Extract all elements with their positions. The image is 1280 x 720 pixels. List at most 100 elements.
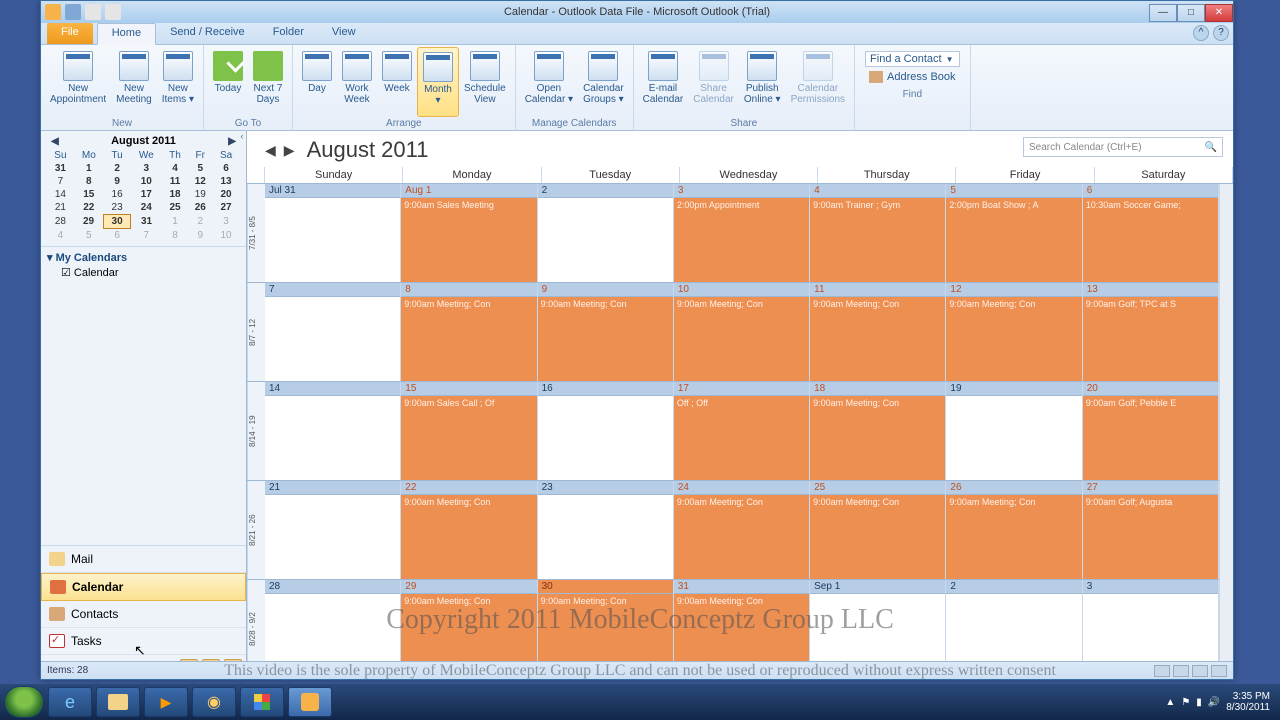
calendar-cell[interactable]: 52:00pm Boat Show ; A [946,184,1082,282]
group-find-label: Find [859,88,965,101]
tray-flag-icon[interactable]: ⚑ [1181,697,1190,708]
qat-btn[interactable] [105,4,121,20]
find-contact-input[interactable]: Find a Contact▼ [865,51,959,67]
calendar-cell[interactable]: 129:00am Meeting; Con [946,283,1082,381]
collapse-nav-icon[interactable]: ‹ [237,131,247,141]
taskbar-media[interactable]: ▶ [144,687,188,717]
calendar-cell[interactable]: 17Off ; Off [674,382,810,480]
taskbar-outlook[interactable] [288,687,332,717]
calendar-cell[interactable]: 139:00am Golf; TPC at S [1083,283,1219,381]
calendar-permissions-button[interactable]: Calendar Permissions [786,47,850,117]
calendar-cell[interactable]: 32:00pm Appointment [674,184,810,282]
tray-up-icon[interactable]: ▲ [1165,697,1175,708]
prev-period-icon[interactable]: ◀ [261,142,280,159]
address-book-button[interactable]: Address Book [865,70,959,84]
calendar-cell[interactable]: 159:00am Sales Call ; Of [401,382,537,480]
mini-cal-grid[interactable]: SuMoTuWeThFrSa31123456789101112131415161… [47,149,240,242]
scrollbar[interactable] [1219,184,1233,679]
tray-net-icon[interactable]: ▮ [1196,697,1202,708]
calendar-item[interactable]: ☑ Calendar [47,264,240,281]
publish-icon [747,51,777,81]
search-icon[interactable]: 🔍 [1205,142,1217,153]
calendar-cell[interactable]: 7 [265,283,401,381]
nav-mail[interactable]: Mail [41,546,246,573]
today-button[interactable]: Today [208,47,248,117]
qat[interactable] [41,4,121,20]
calendar-cell[interactable]: 99:00am Meeting; Con [538,283,674,381]
start-button[interactable] [4,686,44,718]
month-button[interactable]: Month ▾ [417,47,459,117]
qat-save-icon[interactable] [65,4,81,20]
mini-calendar[interactable]: ◀August 2011▶ SuMoTuWeThFrSa311234567891… [41,131,246,246]
qat-undo-icon[interactable] [85,4,101,20]
outlook-window: Calendar - Outlook Data File - Microsoft… [40,0,1234,680]
search-calendar-input[interactable]: Search Calendar (Ctrl+E)🔍 [1023,137,1223,157]
calendar-cell[interactable]: 610:30am Soccer Game; [1083,184,1219,282]
new-items-button[interactable]: New Items ▾ [157,47,199,117]
prev-month-icon[interactable]: ◀ [47,136,63,147]
taskbar-browser[interactable]: ◉ [192,687,236,717]
new-meeting-button[interactable]: New Meeting [111,47,157,117]
calendar-cell[interactable]: 189:00am Meeting; Con [810,382,946,480]
tab-view[interactable]: View [318,23,370,44]
calendar-cell[interactable]: 49:00am Trainer ; Gym [810,184,946,282]
calendar-cell[interactable]: 269:00am Meeting; Con [946,481,1082,579]
calendar-cell[interactable]: 119:00am Meeting; Con [810,283,946,381]
nav-calendar[interactable]: Calendar [41,573,246,601]
publish-online-button[interactable]: Publish Online ▾ [739,47,786,117]
calendar-cell[interactable]: Aug 19:00am Sales Meeting [401,184,537,282]
schedule-view-button[interactable]: Schedule View [459,47,511,117]
ribbon-tabs: File Home Send / Receive Folder View ^? [41,23,1233,45]
share-calendar-button[interactable]: Share Calendar [688,47,739,117]
next7days-button[interactable]: Next 7 Days [248,47,288,117]
group-goto-label: Go To [208,117,288,130]
maximize-button[interactable]: □ [1177,4,1205,22]
taskbar-explorer[interactable] [96,687,140,717]
tab-folder[interactable]: Folder [259,23,318,44]
calendar-cell[interactable]: 109:00am Meeting; Con [674,283,810,381]
calendar-cell[interactable]: Jul 31 [265,184,401,282]
calendar-cell[interactable]: 259:00am Meeting; Con [810,481,946,579]
new-appointment-button[interactable]: New Appointment [45,47,111,117]
ribbon-min-icon[interactable]: ^ [1193,25,1209,41]
tray-clock[interactable]: 3:35 PM8/30/2011 [1226,691,1270,713]
nav-contacts[interactable]: Contacts [41,601,246,628]
taskbar[interactable]: e ▶ ◉ ▲ ⚑ ▮ 🔊 3:35 PM8/30/2011 [0,684,1280,720]
calendar-cell[interactable]: 249:00am Meeting; Con [674,481,810,579]
mail-icon [49,552,65,566]
tray-vol-icon[interactable]: 🔊 [1208,697,1220,708]
taskbar-app[interactable] [240,687,284,717]
status-items: Items: 28 [47,665,88,676]
month-grid[interactable]: 7/31 - 8/5Jul 31Aug 19:00am Sales Meetin… [247,184,1219,679]
close-button[interactable]: ✕ [1205,4,1233,22]
tab-send-receive[interactable]: Send / Receive [156,23,259,44]
open-calendar-button[interactable]: Open Calendar ▾ [520,47,578,117]
calendar-cell[interactable]: 2 [538,184,674,282]
calendar-groups-button[interactable]: Calendar Groups ▾ [578,47,629,117]
calendar-cell[interactable]: 229:00am Meeting; Con [401,481,537,579]
nav-tasks[interactable]: Tasks [41,628,246,655]
calendar-cell[interactable]: 16 [538,382,674,480]
calendar-cell[interactable]: 21 [265,481,401,579]
next-period-icon[interactable]: ▶ [280,142,299,159]
calendar-cell[interactable]: 89:00am Meeting; Con [401,283,537,381]
system-tray[interactable]: ▲ ⚑ ▮ 🔊 3:35 PM8/30/2011 [1165,691,1276,713]
email-calendar-button[interactable]: E-mail Calendar [638,47,689,117]
week-button[interactable]: Week [377,47,417,117]
tab-file[interactable]: File [47,23,93,44]
calendar-cell[interactable]: 19 [946,382,1082,480]
day-button[interactable]: Day [297,47,337,117]
view-switcher[interactable] [1154,665,1227,677]
contacts-icon [49,607,65,621]
ribbon: New Appointment New Meeting New Items ▾ … [41,45,1233,131]
calendar-cell[interactable]: 279:00am Golf; Augusta [1083,481,1219,579]
minimize-button[interactable]: — [1149,4,1177,22]
help-icon[interactable]: ? [1213,25,1229,41]
taskbar-ie[interactable]: e [48,687,92,717]
calendar-cell[interactable]: 209:00am Golf; Pebble E [1083,382,1219,480]
workweek-button[interactable]: Work Week [337,47,377,117]
calendar-cell[interactable]: 23 [538,481,674,579]
calendar-cell[interactable]: 14 [265,382,401,480]
my-calendars-header[interactable]: ▾ My Calendars [47,251,240,264]
tab-home[interactable]: Home [97,23,156,45]
